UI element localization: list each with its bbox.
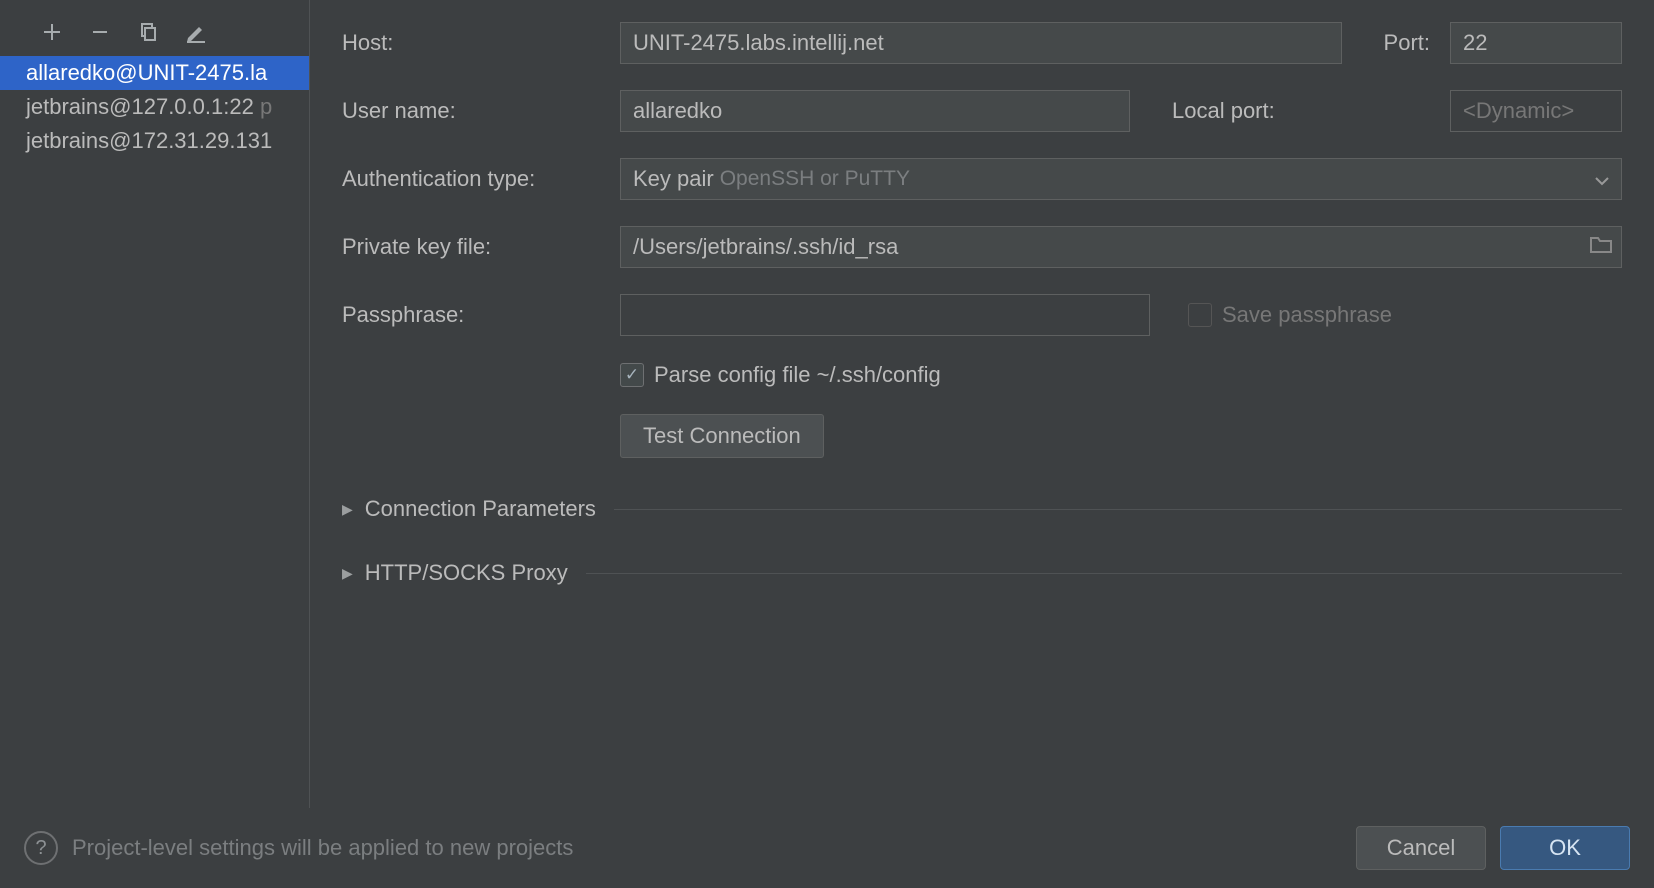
passphrase-input[interactable] — [620, 294, 1150, 336]
checkbox-box-icon: ✓ — [620, 363, 644, 387]
user-input[interactable] — [620, 90, 1130, 132]
auth-type-label: Authentication type: — [342, 166, 600, 192]
sidebar: allaredko@UNIT-2475.la jetbrains@127.0.0… — [0, 0, 310, 808]
edit-icon[interactable] — [184, 20, 208, 44]
save-passphrase-label: Save passphrase — [1222, 302, 1392, 328]
auth-type-hint: OpenSSH or PuTTY — [720, 167, 910, 191]
section-label: Connection Parameters — [365, 496, 596, 522]
sidebar-toolbar — [0, 20, 309, 56]
sidebar-item-trailing: p — [254, 94, 272, 119]
http-socks-proxy-section[interactable]: ▶ HTTP/SOCKS Proxy — [342, 560, 1622, 586]
triangle-right-icon: ▶ — [342, 565, 353, 582]
passphrase-label: Passphrase: — [342, 302, 600, 328]
checkbox-box-icon — [1188, 303, 1212, 327]
parse-config-checkbox[interactable]: ✓ Parse config file ~/.ssh/config — [620, 362, 941, 388]
keyfile-value: /Users/jetbrains/.ssh/id_rsa — [633, 234, 1589, 260]
chevron-down-icon — [1595, 166, 1609, 192]
connection-parameters-section[interactable]: ▶ Connection Parameters — [342, 496, 1622, 522]
folder-icon[interactable] — [1589, 234, 1613, 260]
ok-button[interactable]: OK — [1500, 826, 1630, 870]
add-icon[interactable] — [40, 20, 64, 44]
cancel-button[interactable]: Cancel — [1356, 826, 1486, 870]
triangle-right-icon: ▶ — [342, 501, 353, 518]
parse-config-label: Parse config file ~/.ssh/config — [654, 362, 941, 388]
remove-icon[interactable] — [88, 20, 112, 44]
form-area: Host: Port: User name: Local port: Authe… — [318, 0, 1654, 808]
keyfile-input[interactable]: /Users/jetbrains/.ssh/id_rsa — [620, 226, 1622, 268]
auth-type-select[interactable]: Key pair OpenSSH or PuTTY — [620, 158, 1622, 200]
footer: ? Project-level settings will be applied… — [0, 808, 1654, 888]
host-label: Host: — [342, 30, 600, 56]
footer-text: Project-level settings will be applied t… — [72, 835, 1342, 861]
divider — [586, 573, 1622, 574]
user-label: User name: — [342, 98, 600, 124]
test-connection-button[interactable]: Test Connection — [620, 414, 824, 458]
sidebar-item[interactable]: allaredko@UNIT-2475.la — [0, 56, 309, 90]
local-port-input[interactable] — [1450, 90, 1622, 132]
keyfile-label: Private key file: — [342, 234, 600, 260]
sidebar-item-label: jetbrains@127.0.0.1:22 — [26, 94, 254, 119]
local-port-label: Local port: — [1172, 98, 1430, 124]
sidebar-item[interactable]: jetbrains@172.31.29.131 — [0, 124, 309, 158]
port-label: Port: — [1384, 30, 1430, 56]
save-passphrase-checkbox[interactable]: Save passphrase — [1188, 302, 1392, 328]
host-input[interactable] — [620, 22, 1342, 64]
section-label: HTTP/SOCKS Proxy — [365, 560, 568, 586]
sidebar-item[interactable]: jetbrains@127.0.0.1:22 p — [0, 90, 309, 124]
auth-type-value: Key pair — [633, 166, 714, 192]
copy-icon[interactable] — [136, 20, 160, 44]
sidebar-item-label: allaredko@UNIT-2475.la — [26, 60, 267, 85]
port-input[interactable] — [1450, 22, 1622, 64]
sidebar-list: allaredko@UNIT-2475.la jetbrains@127.0.0… — [0, 56, 309, 158]
divider — [614, 509, 1622, 510]
help-icon[interactable]: ? — [24, 831, 58, 865]
sidebar-item-label: jetbrains@172.31.29.131 — [26, 128, 272, 153]
